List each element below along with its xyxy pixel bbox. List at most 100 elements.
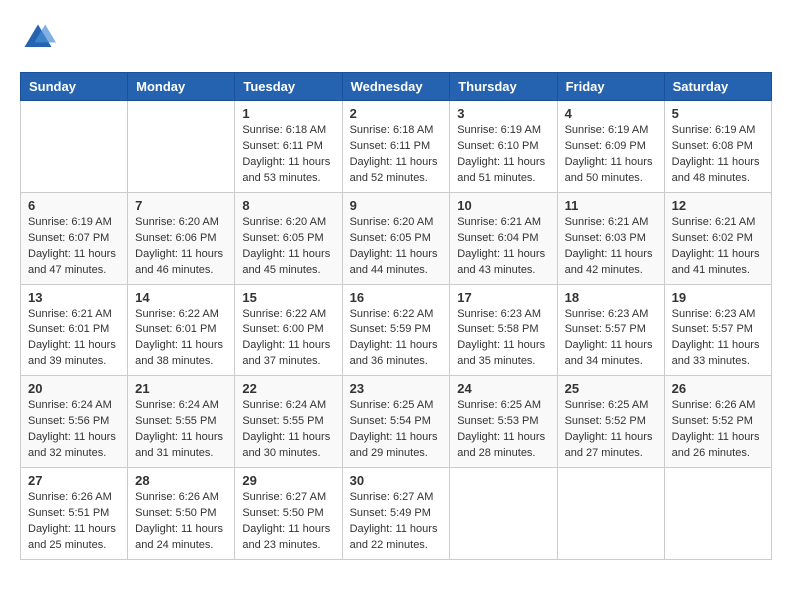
day-info: Sunrise: 6:22 AMSunset: 5:59 PMDaylight:… [350, 308, 438, 368]
week-row-4: 20 Sunrise: 6:24 AMSunset: 5:56 PMDaylig… [21, 376, 772, 468]
day-info: Sunrise: 6:19 AMSunset: 6:09 PMDaylight:… [565, 124, 653, 184]
day-info: Sunrise: 6:21 AMSunset: 6:04 PMDaylight:… [457, 216, 545, 276]
week-row-1: 1 Sunrise: 6:18 AMSunset: 6:11 PMDayligh… [21, 101, 772, 193]
calendar-table: SundayMondayTuesdayWednesdayThursdayFrid… [20, 72, 772, 560]
logo-icon [20, 20, 56, 56]
calendar-cell: 18 Sunrise: 6:23 AMSunset: 5:57 PMDaylig… [557, 284, 664, 376]
day-number: 3 [457, 106, 549, 121]
calendar-cell: 11 Sunrise: 6:21 AMSunset: 6:03 PMDaylig… [557, 192, 664, 284]
day-info: Sunrise: 6:18 AMSunset: 6:11 PMDaylight:… [350, 124, 438, 184]
day-number: 30 [350, 473, 443, 488]
day-info: Sunrise: 6:23 AMSunset: 5:58 PMDaylight:… [457, 308, 545, 368]
day-number: 11 [565, 198, 657, 213]
day-number: 29 [242, 473, 334, 488]
calendar-cell [128, 101, 235, 193]
day-number: 26 [672, 381, 764, 396]
calendar-cell: 14 Sunrise: 6:22 AMSunset: 6:01 PMDaylig… [128, 284, 235, 376]
day-number: 22 [242, 381, 334, 396]
day-info: Sunrise: 6:27 AMSunset: 5:50 PMDaylight:… [242, 491, 330, 551]
day-info: Sunrise: 6:21 AMSunset: 6:02 PMDaylight:… [672, 216, 760, 276]
day-info: Sunrise: 6:20 AMSunset: 6:05 PMDaylight:… [242, 216, 330, 276]
day-info: Sunrise: 6:26 AMSunset: 5:52 PMDaylight:… [672, 399, 760, 459]
weekday-header-friday: Friday [557, 73, 664, 101]
calendar-cell: 2 Sunrise: 6:18 AMSunset: 6:11 PMDayligh… [342, 101, 450, 193]
day-info: Sunrise: 6:20 AMSunset: 6:06 PMDaylight:… [135, 216, 223, 276]
day-number: 9 [350, 198, 443, 213]
day-number: 13 [28, 290, 120, 305]
day-info: Sunrise: 6:20 AMSunset: 6:05 PMDaylight:… [350, 216, 438, 276]
day-number: 28 [135, 473, 227, 488]
page-header [20, 20, 772, 56]
week-row-2: 6 Sunrise: 6:19 AMSunset: 6:07 PMDayligh… [21, 192, 772, 284]
day-number: 23 [350, 381, 443, 396]
day-info: Sunrise: 6:21 AMSunset: 6:01 PMDaylight:… [28, 308, 116, 368]
calendar-cell [557, 468, 664, 560]
weekday-header-sunday: Sunday [21, 73, 128, 101]
day-number: 27 [28, 473, 120, 488]
week-row-3: 13 Sunrise: 6:21 AMSunset: 6:01 PMDaylig… [21, 284, 772, 376]
calendar-cell [450, 468, 557, 560]
day-info: Sunrise: 6:26 AMSunset: 5:50 PMDaylight:… [135, 491, 223, 551]
calendar-cell: 28 Sunrise: 6:26 AMSunset: 5:50 PMDaylig… [128, 468, 235, 560]
calendar-cell: 24 Sunrise: 6:25 AMSunset: 5:53 PMDaylig… [450, 376, 557, 468]
calendar-cell: 25 Sunrise: 6:25 AMSunset: 5:52 PMDaylig… [557, 376, 664, 468]
calendar-cell [21, 101, 128, 193]
day-info: Sunrise: 6:19 AMSunset: 6:10 PMDaylight:… [457, 124, 545, 184]
logo [20, 20, 60, 56]
calendar-cell: 13 Sunrise: 6:21 AMSunset: 6:01 PMDaylig… [21, 284, 128, 376]
day-info: Sunrise: 6:25 AMSunset: 5:52 PMDaylight:… [565, 399, 653, 459]
weekday-header-thursday: Thursday [450, 73, 557, 101]
weekday-header-row: SundayMondayTuesdayWednesdayThursdayFrid… [21, 73, 772, 101]
calendar-cell: 1 Sunrise: 6:18 AMSunset: 6:11 PMDayligh… [235, 101, 342, 193]
day-info: Sunrise: 6:22 AMSunset: 6:00 PMDaylight:… [242, 308, 330, 368]
day-info: Sunrise: 6:26 AMSunset: 5:51 PMDaylight:… [28, 491, 116, 551]
calendar-cell: 22 Sunrise: 6:24 AMSunset: 5:55 PMDaylig… [235, 376, 342, 468]
day-info: Sunrise: 6:19 AMSunset: 6:07 PMDaylight:… [28, 216, 116, 276]
calendar-cell: 27 Sunrise: 6:26 AMSunset: 5:51 PMDaylig… [21, 468, 128, 560]
day-number: 12 [672, 198, 764, 213]
calendar-cell: 20 Sunrise: 6:24 AMSunset: 5:56 PMDaylig… [21, 376, 128, 468]
day-info: Sunrise: 6:24 AMSunset: 5:56 PMDaylight:… [28, 399, 116, 459]
calendar-cell: 16 Sunrise: 6:22 AMSunset: 5:59 PMDaylig… [342, 284, 450, 376]
day-number: 25 [565, 381, 657, 396]
day-info: Sunrise: 6:22 AMSunset: 6:01 PMDaylight:… [135, 308, 223, 368]
week-row-5: 27 Sunrise: 6:26 AMSunset: 5:51 PMDaylig… [21, 468, 772, 560]
calendar-cell: 5 Sunrise: 6:19 AMSunset: 6:08 PMDayligh… [664, 101, 771, 193]
weekday-header-wednesday: Wednesday [342, 73, 450, 101]
day-number: 2 [350, 106, 443, 121]
calendar-cell: 17 Sunrise: 6:23 AMSunset: 5:58 PMDaylig… [450, 284, 557, 376]
calendar-cell: 30 Sunrise: 6:27 AMSunset: 5:49 PMDaylig… [342, 468, 450, 560]
calendar-cell: 3 Sunrise: 6:19 AMSunset: 6:10 PMDayligh… [450, 101, 557, 193]
day-info: Sunrise: 6:21 AMSunset: 6:03 PMDaylight:… [565, 216, 653, 276]
day-number: 15 [242, 290, 334, 305]
day-number: 8 [242, 198, 334, 213]
calendar-cell: 4 Sunrise: 6:19 AMSunset: 6:09 PMDayligh… [557, 101, 664, 193]
calendar-cell: 6 Sunrise: 6:19 AMSunset: 6:07 PMDayligh… [21, 192, 128, 284]
day-info: Sunrise: 6:25 AMSunset: 5:53 PMDaylight:… [457, 399, 545, 459]
day-number: 18 [565, 290, 657, 305]
calendar-cell: 12 Sunrise: 6:21 AMSunset: 6:02 PMDaylig… [664, 192, 771, 284]
day-info: Sunrise: 6:27 AMSunset: 5:49 PMDaylight:… [350, 491, 438, 551]
day-number: 6 [28, 198, 120, 213]
day-number: 10 [457, 198, 549, 213]
weekday-header-tuesday: Tuesday [235, 73, 342, 101]
day-info: Sunrise: 6:24 AMSunset: 5:55 PMDaylight:… [135, 399, 223, 459]
day-number: 19 [672, 290, 764, 305]
calendar-cell: 8 Sunrise: 6:20 AMSunset: 6:05 PMDayligh… [235, 192, 342, 284]
day-number: 7 [135, 198, 227, 213]
day-number: 16 [350, 290, 443, 305]
weekday-header-saturday: Saturday [664, 73, 771, 101]
day-number: 24 [457, 381, 549, 396]
calendar-cell: 7 Sunrise: 6:20 AMSunset: 6:06 PMDayligh… [128, 192, 235, 284]
day-number: 1 [242, 106, 334, 121]
calendar-cell: 9 Sunrise: 6:20 AMSunset: 6:05 PMDayligh… [342, 192, 450, 284]
day-number: 21 [135, 381, 227, 396]
calendar-cell: 10 Sunrise: 6:21 AMSunset: 6:04 PMDaylig… [450, 192, 557, 284]
day-info: Sunrise: 6:25 AMSunset: 5:54 PMDaylight:… [350, 399, 438, 459]
day-number: 17 [457, 290, 549, 305]
calendar-cell: 19 Sunrise: 6:23 AMSunset: 5:57 PMDaylig… [664, 284, 771, 376]
day-info: Sunrise: 6:23 AMSunset: 5:57 PMDaylight:… [565, 308, 653, 368]
calendar-cell: 29 Sunrise: 6:27 AMSunset: 5:50 PMDaylig… [235, 468, 342, 560]
day-info: Sunrise: 6:19 AMSunset: 6:08 PMDaylight:… [672, 124, 760, 184]
day-number: 20 [28, 381, 120, 396]
